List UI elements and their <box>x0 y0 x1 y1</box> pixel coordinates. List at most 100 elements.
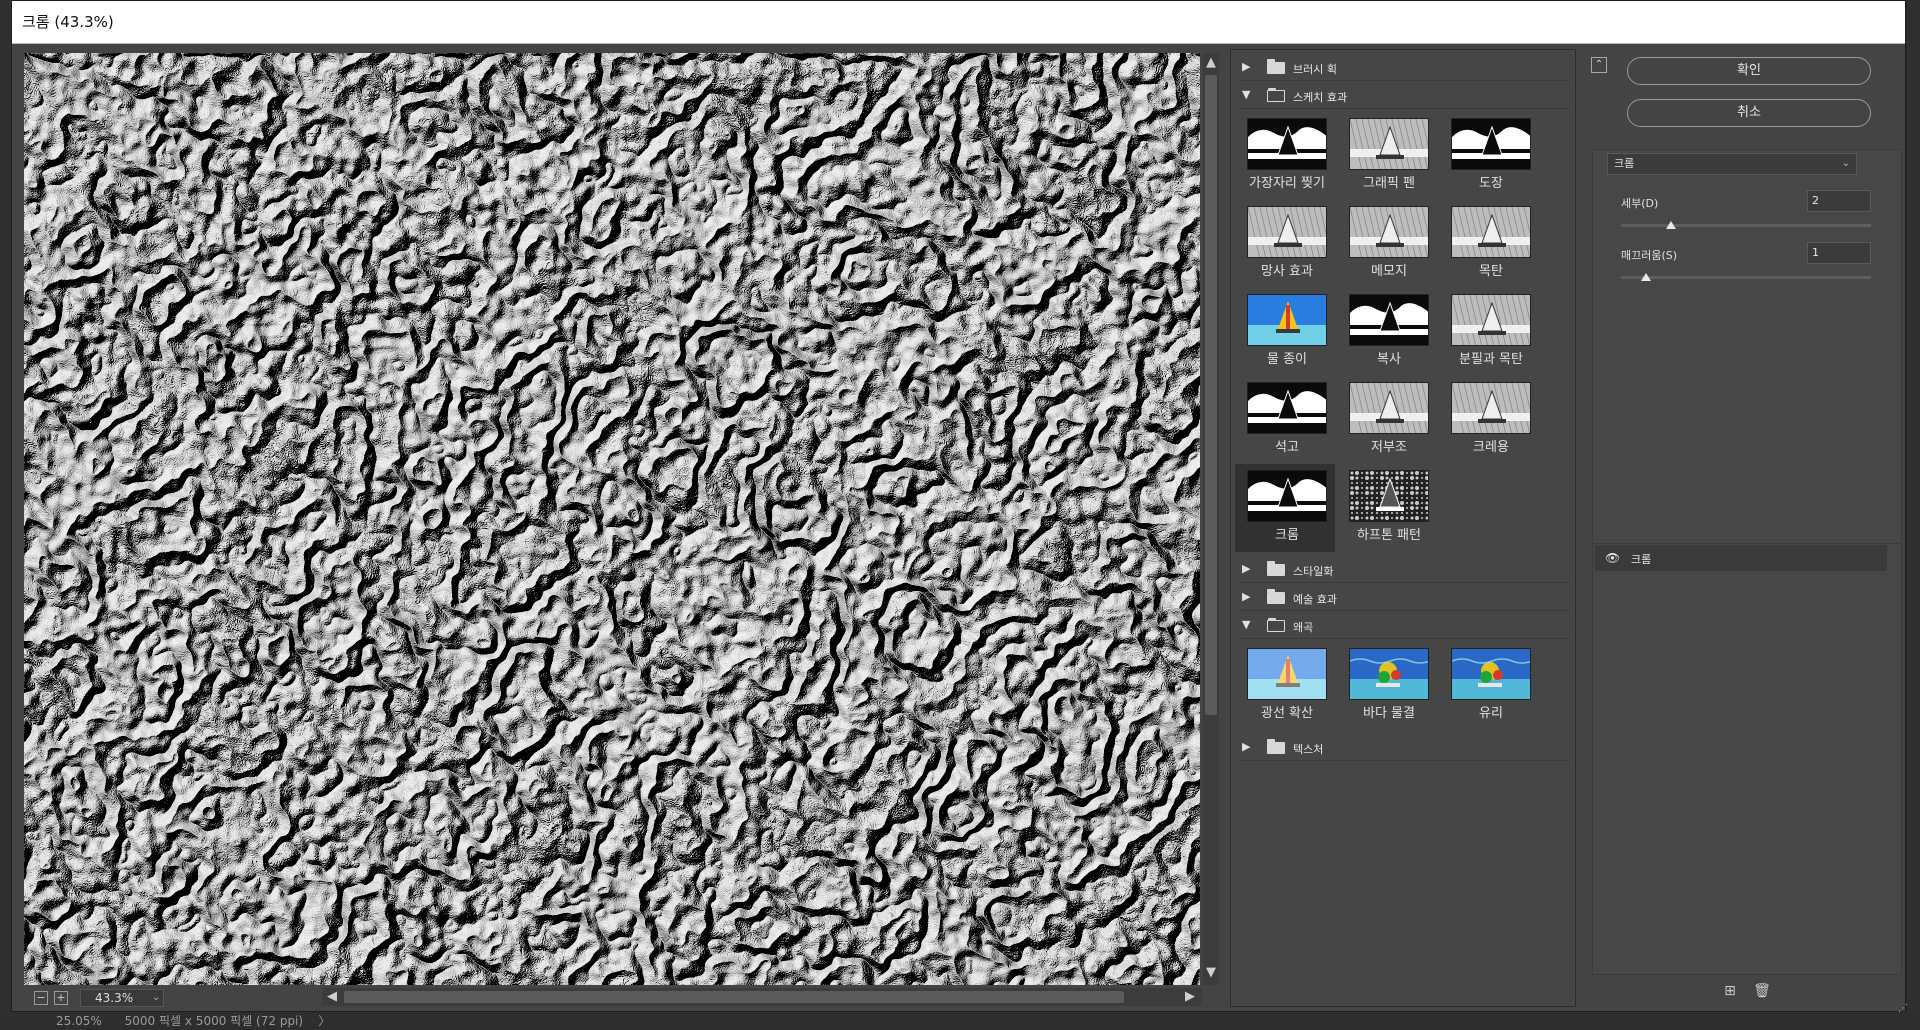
filter-label: 하프톤 패턴 <box>1357 528 1421 543</box>
vertical-scroll-thumb[interactable] <box>1205 75 1217 715</box>
filter-thumbnail[interactable]: 석고 <box>1235 376 1335 464</box>
horizontal-scroll-thumb[interactable] <box>344 991 1124 1003</box>
scroll-down-arrow-icon[interactable]: ▼ <box>1203 965 1219 981</box>
settings-box <box>1592 149 1902 575</box>
detail-input[interactable]: 2 <box>1807 190 1871 212</box>
zoom-in-button[interactable]: + <box>54 991 68 1005</box>
smoothness-label: 매끄러움(S) <box>1621 249 1678 262</box>
filter-thumbnail[interactable]: 복사 <box>1337 288 1437 376</box>
cancel-button[interactable]: 취소 <box>1627 99 1871 127</box>
smoothness-input[interactable]: 1 <box>1807 242 1871 264</box>
scroll-left-arrow-icon[interactable]: ◀ <box>324 989 340 1005</box>
folder-icon <box>1267 739 1285 754</box>
category-row[interactable]: ▶ 스타일화 <box>1239 558 1569 583</box>
resize-grip-icon[interactable]: ⋰ <box>1898 1003 1908 1014</box>
filter-thumbnail[interactable]: 가장자리 찢기 <box>1235 112 1335 200</box>
chevron-down-icon[interactable]: ⌄ <box>152 989 160 1007</box>
filter-preview-image <box>1349 382 1429 434</box>
filter-thumbnail[interactable]: 목탄 <box>1439 200 1539 288</box>
filter-label: 가장자리 찢기 <box>1249 176 1325 191</box>
filter-label: 분필과 목탄 <box>1459 352 1523 367</box>
filter-label: 물 종이 <box>1266 352 1307 367</box>
category-row[interactable]: ▼ 스케치 효과 <box>1239 84 1569 109</box>
zoom-out-button[interactable]: − <box>34 991 48 1005</box>
filter-label: 크롬 <box>1275 528 1299 543</box>
trash-icon[interactable]: 🗑 <box>1753 983 1771 1001</box>
filter-preview-image <box>1451 648 1531 700</box>
detail-label: 세부(D) <box>1621 197 1659 210</box>
preview-horizontal-scrollbar[interactable]: ◀ ▶ <box>322 988 1202 1006</box>
filter-label: 목탄 <box>1479 264 1503 279</box>
filter-label: 도장 <box>1479 176 1503 191</box>
category-label: 예술 효과 <box>1293 593 1337 606</box>
collapsed-triangle-icon[interactable]: ▶ <box>1242 60 1250 73</box>
filter-thumbnail[interactable]: 유리 <box>1439 642 1539 730</box>
filter-settings-panel: ⌃ 확인 취소 크롬 ⌄ 세부(D) 2 매끄러움(S) 1 👁 크롬 ⊞ 🗑 <box>1587 49 1909 1007</box>
detail-slider[interactable] <box>1621 221 1871 229</box>
collapsed-triangle-icon[interactable]: ▶ <box>1242 562 1250 575</box>
folder-icon <box>1267 59 1285 74</box>
ok-button[interactable]: 확인 <box>1627 57 1871 85</box>
filter-preview-image <box>1451 206 1531 258</box>
category-row[interactable]: ▶ 텍스처 <box>1239 736 1569 761</box>
filter-preview-image <box>1247 294 1327 346</box>
filter-thumbnail[interactable]: 바다 물결 <box>1337 642 1437 730</box>
title-bar: 크롬 (43.3%) <box>12 1 1905 44</box>
preview-vertical-scrollbar[interactable]: ▲ ▼ <box>1203 53 1219 985</box>
filter-thumbnail[interactable]: 크롬 <box>1235 464 1335 552</box>
filter-thumbnail[interactable]: 하프톤 패턴 <box>1337 464 1437 552</box>
filter-thumbnail[interactable]: 망사 효과 <box>1235 200 1335 288</box>
category-row[interactable]: ▶ 예술 효과 <box>1239 586 1569 611</box>
effect-layers-list <box>1592 543 1902 975</box>
scroll-up-arrow-icon[interactable]: ▲ <box>1203 55 1219 71</box>
filter-gallery-panel: ▶ 브러시 획 ▼ 스케치 효과가장자리 찢기 그래픽 펜 도장망사 효과 메모지 목탄물 종… <box>1230 49 1576 1007</box>
category-row[interactable]: ▶ 브러시 획 <box>1239 56 1569 81</box>
filter-thumbnail[interactable]: 저부조 <box>1337 376 1437 464</box>
filter-thumbnail[interactable]: 광선 확산 <box>1235 642 1335 730</box>
filter-gallery-dialog: 크롬 (43.3%) ▲ ▼ ◀ ▶ − + 43.3% ⌄ ▶ 브러시 획 ▼… <box>11 0 1906 1012</box>
folder-icon <box>1267 618 1285 632</box>
filter-label: 망사 효과 <box>1261 264 1313 279</box>
folder-icon <box>1267 561 1285 576</box>
filter-preview-image <box>1349 206 1429 258</box>
filter-preview-image <box>1349 294 1429 346</box>
filter-preview-image <box>1247 206 1327 258</box>
detail-slider-thumb[interactable] <box>1666 221 1676 229</box>
filter-preview-image <box>1247 382 1327 434</box>
filter-label: 저부조 <box>1371 440 1407 455</box>
chevron-down-icon: ⌄ <box>1841 158 1850 169</box>
filter-thumbnail[interactable]: 그래픽 펜 <box>1337 112 1437 200</box>
filter-preview-image <box>1247 470 1327 522</box>
filter-thumbnail[interactable]: 물 종이 <box>1235 288 1335 376</box>
filter-type-select[interactable]: 크롬 ⌄ <box>1607 153 1857 175</box>
filter-thumbnail[interactable]: 분필과 목탄 <box>1439 288 1539 376</box>
category-label: 스타일화 <box>1293 565 1334 578</box>
folder-icon <box>1267 88 1285 102</box>
expanded-triangle-icon[interactable]: ▼ <box>1242 618 1250 631</box>
smoothness-slider[interactable] <box>1621 273 1871 281</box>
filter-label: 크레용 <box>1473 440 1509 455</box>
filter-preview-image <box>1349 118 1429 170</box>
smoothness-slider-thumb[interactable] <box>1641 273 1651 281</box>
effect-layer-row[interactable]: 👁 크롬 <box>1595 545 1887 571</box>
category-label: 스케치 효과 <box>1293 91 1348 104</box>
filter-thumbnail[interactable]: 크레용 <box>1439 376 1539 464</box>
filter-label: 메모지 <box>1371 264 1407 279</box>
expanded-triangle-icon[interactable]: ▼ <box>1242 88 1250 101</box>
app-status-text: 25.05% 5000 픽셀 x 5000 픽셀 (72 ppi) 〉 <box>56 1014 331 1028</box>
scroll-right-arrow-icon[interactable]: ▶ <box>1182 989 1198 1005</box>
filter-preview-image <box>1349 648 1429 700</box>
collapsed-triangle-icon[interactable]: ▶ <box>1242 590 1250 603</box>
category-label: 왜곡 <box>1293 621 1314 634</box>
filter-select-value: 크롬 <box>1614 157 1635 170</box>
zoom-controls: − + 43.3% ⌄ <box>24 988 184 1008</box>
filter-thumbnail[interactable]: 도장 <box>1439 112 1539 200</box>
new-effect-layer-icon[interactable]: ⊞ <box>1721 983 1739 1001</box>
collapsed-triangle-icon[interactable]: ▶ <box>1242 740 1250 753</box>
filter-thumbnail[interactable]: 메모지 <box>1337 200 1437 288</box>
category-row[interactable]: ▼ 왜곡 <box>1239 614 1569 639</box>
preview-canvas[interactable] <box>24 53 1200 985</box>
collapse-icon[interactable]: ⌃ <box>1591 57 1607 73</box>
eye-visibility-icon[interactable]: 👁 <box>1605 551 1620 565</box>
filter-label: 바다 물결 <box>1363 706 1415 721</box>
